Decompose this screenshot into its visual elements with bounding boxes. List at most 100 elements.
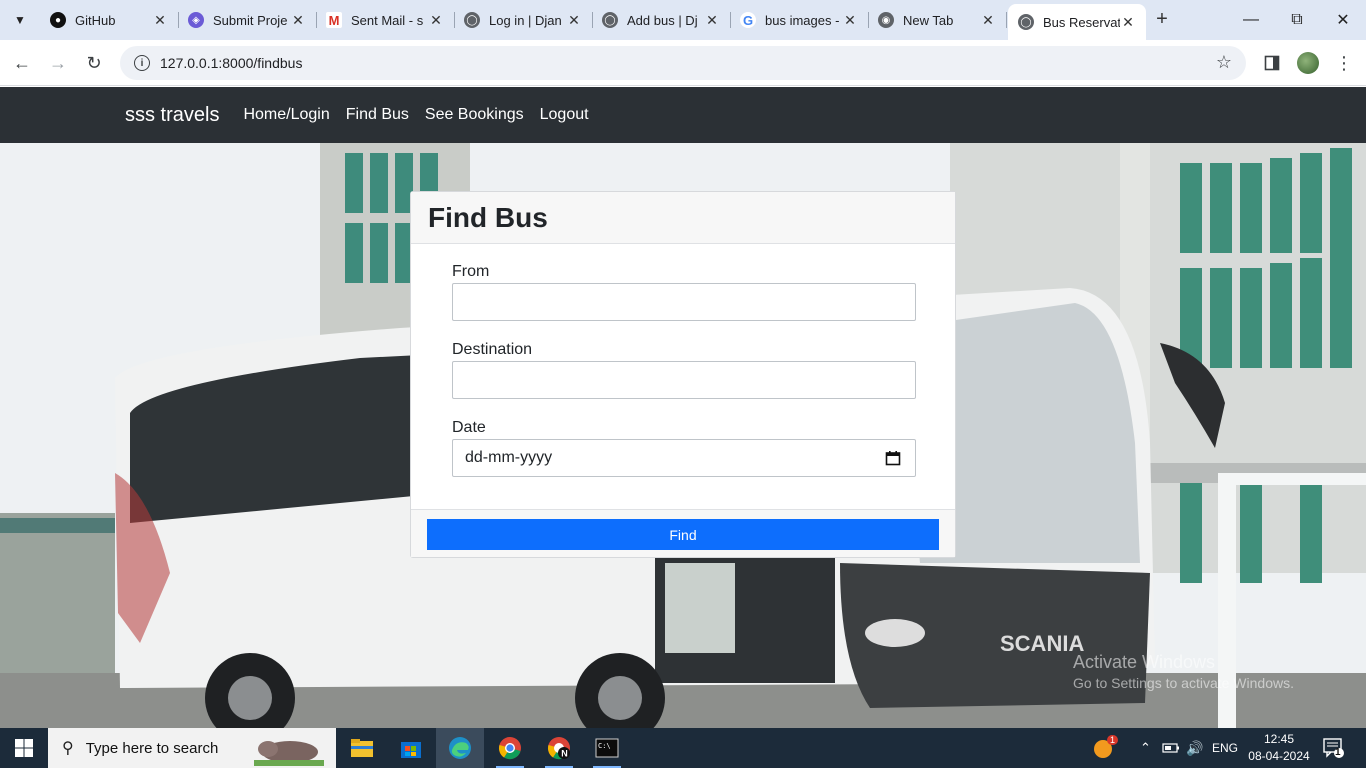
taskbar-clock[interactable]: 12:45 08-04-2024 xyxy=(1244,731,1314,765)
submit-project-icon: ◈ xyxy=(188,12,204,28)
gmail-icon: M xyxy=(326,12,342,28)
tab-title: Bus Reservat xyxy=(1043,14,1120,30)
tab-add-bus[interactable]: ◯ Add bus | Dj ✕ xyxy=(592,4,731,36)
windows-logo-icon xyxy=(15,739,33,757)
action-center-button[interactable]: 1 xyxy=(1322,736,1346,760)
start-button[interactable] xyxy=(0,728,48,768)
language-indicator[interactable]: ENG xyxy=(1212,728,1238,768)
nav-link-home-login[interactable]: Home/Login xyxy=(243,106,329,124)
page-title: Find Bus xyxy=(428,201,548,233)
terminal-icon: C:\ xyxy=(595,738,619,758)
tab-title: New Tab xyxy=(903,12,954,28)
taskbar-terminal[interactable]: C:\ xyxy=(583,728,631,768)
nav-link-find-bus[interactable]: Find Bus xyxy=(346,106,409,124)
battery-icon xyxy=(1162,743,1179,753)
edge-icon xyxy=(449,737,471,759)
restore-button[interactable]: ⧉ xyxy=(1274,0,1320,40)
tab-title: Log in | Djan xyxy=(489,12,562,28)
weather-widget[interactable]: 1 xyxy=(1092,728,1119,768)
hippo-search-highlight-icon xyxy=(254,741,324,766)
tab-title: Submit Proje xyxy=(213,12,288,28)
taskbar-chrome-profile[interactable] xyxy=(486,728,534,768)
close-icon: ✕ xyxy=(1336,12,1350,29)
date-label: Date xyxy=(452,419,486,436)
svg-text:C:\: C:\ xyxy=(598,742,611,750)
nav-link-see-bookings[interactable]: See Bookings xyxy=(425,106,524,124)
svg-text:N: N xyxy=(561,749,568,759)
profile-button[interactable] xyxy=(1295,50,1321,76)
nav-link-logout[interactable]: Logout xyxy=(540,106,589,124)
close-icon[interactable]: ✕ xyxy=(566,12,582,29)
arrow-left-icon: ← xyxy=(13,52,31,73)
tab-title: bus images - xyxy=(765,12,840,28)
minimize-button[interactable]: — xyxy=(1228,0,1274,40)
volume-indicator[interactable]: 🔊 xyxy=(1186,728,1203,768)
close-icon[interactable]: ✕ xyxy=(980,12,996,29)
browser-toolbar: ← → ↻ i 127.0.0.1:8000/findbus ☆ ⋮ xyxy=(0,40,1366,86)
chevron-up-icon: ⌃ xyxy=(1140,740,1151,755)
destination-input[interactable] xyxy=(452,361,916,399)
activate-windows-watermark: Activate Windows Go to Settings to activ… xyxy=(1073,652,1294,691)
globe-icon: ◯ xyxy=(1018,14,1034,30)
minimize-icon: — xyxy=(1243,11,1259,28)
site-brand[interactable]: sss travels xyxy=(125,104,219,127)
taskbar-file-explorer[interactable] xyxy=(338,728,386,768)
tab-title: GitHub xyxy=(75,12,116,28)
address-bar[interactable]: i 127.0.0.1:8000/findbus ☆ xyxy=(120,46,1246,80)
find-button[interactable]: Find xyxy=(427,519,939,550)
close-icon[interactable]: ✕ xyxy=(842,12,858,29)
close-icon[interactable]: ✕ xyxy=(152,12,168,29)
destination-label: Destination xyxy=(452,341,533,358)
tab-new-tab[interactable]: ◉ New Tab ✕ xyxy=(868,4,1007,36)
tab-github[interactable]: ● GitHub ✕ xyxy=(40,4,179,36)
taskbar-store[interactable] xyxy=(387,728,435,768)
find-bus-card: Find Bus From Destination Date dd-mm-yyy… xyxy=(410,191,956,558)
close-window-button[interactable]: ✕ xyxy=(1320,0,1366,40)
tab-search-button[interactable]: ▼ xyxy=(6,6,34,34)
tab-django-login[interactable]: ◯ Log in | Djan ✕ xyxy=(454,4,593,36)
from-input[interactable] xyxy=(452,283,916,321)
speaker-icon: 🔊 xyxy=(1186,739,1204,756)
close-icon[interactable]: ✕ xyxy=(290,12,306,29)
tab-bus-images[interactable]: G bus images - ✕ xyxy=(730,4,869,36)
language-text: ENG xyxy=(1212,741,1239,755)
watermark-title: Activate Windows xyxy=(1073,652,1216,672)
tab-bus-reservation[interactable]: ◯ Bus Reservat ✕ xyxy=(1008,4,1146,40)
close-icon[interactable]: ✕ xyxy=(428,12,444,29)
chrome-icon: ◉ xyxy=(878,12,894,28)
browser-tab-strip: ▼ ● GitHub ✕ ◈ Submit Proje ✕ M Sent Mai… xyxy=(0,0,1366,40)
taskbar-search[interactable]: ⚲ Type here to search xyxy=(48,728,336,768)
arrow-right-icon: → xyxy=(49,52,67,73)
restore-icon: ⧉ xyxy=(1291,11,1303,28)
avatar xyxy=(1297,52,1319,74)
battery-indicator[interactable] xyxy=(1162,728,1180,768)
date-input[interactable]: dd-mm-yyyy xyxy=(452,439,916,477)
search-icon: ⚲ xyxy=(62,740,74,757)
card-footer: Find xyxy=(411,509,955,557)
taskbar-search-placeholder: Type here to search xyxy=(85,739,219,757)
close-icon[interactable]: ✕ xyxy=(1120,14,1136,31)
bookmark-star-icon[interactable]: ☆ xyxy=(1216,52,1232,73)
reload-button[interactable]: ↻ xyxy=(80,49,108,77)
forward-button[interactable]: → xyxy=(44,49,72,77)
url-text[interactable]: 127.0.0.1:8000/findbus xyxy=(160,55,302,71)
action-center-count: 1 xyxy=(1335,747,1341,758)
new-tab-button[interactable]: + xyxy=(1150,8,1174,32)
calendar-icon[interactable] xyxy=(885,450,901,466)
globe-icon: ◯ xyxy=(464,12,480,28)
show-hidden-icons[interactable]: ⌃ xyxy=(1140,728,1151,768)
info-icon[interactable]: i xyxy=(134,55,150,71)
reload-icon: ↻ xyxy=(86,52,102,73)
close-icon[interactable]: ✕ xyxy=(704,12,720,29)
taskbar-edge[interactable] xyxy=(436,728,484,768)
chrome-icon: N xyxy=(547,737,570,760)
tab-sent-mail[interactable]: M Sent Mail - s ✕ xyxy=(316,4,455,36)
menu-button[interactable]: ⋮ xyxy=(1331,50,1357,76)
github-icon: ● xyxy=(50,12,66,28)
side-panel-button[interactable] xyxy=(1259,50,1285,76)
tab-submit-project[interactable]: ◈ Submit Proje ✕ xyxy=(178,4,317,36)
clock-date: 08-04-2024 xyxy=(1248,749,1310,763)
back-button[interactable]: ← xyxy=(8,49,36,77)
notification-badge: 1 xyxy=(1107,735,1119,745)
taskbar-chrome-n[interactable]: N xyxy=(535,728,583,768)
